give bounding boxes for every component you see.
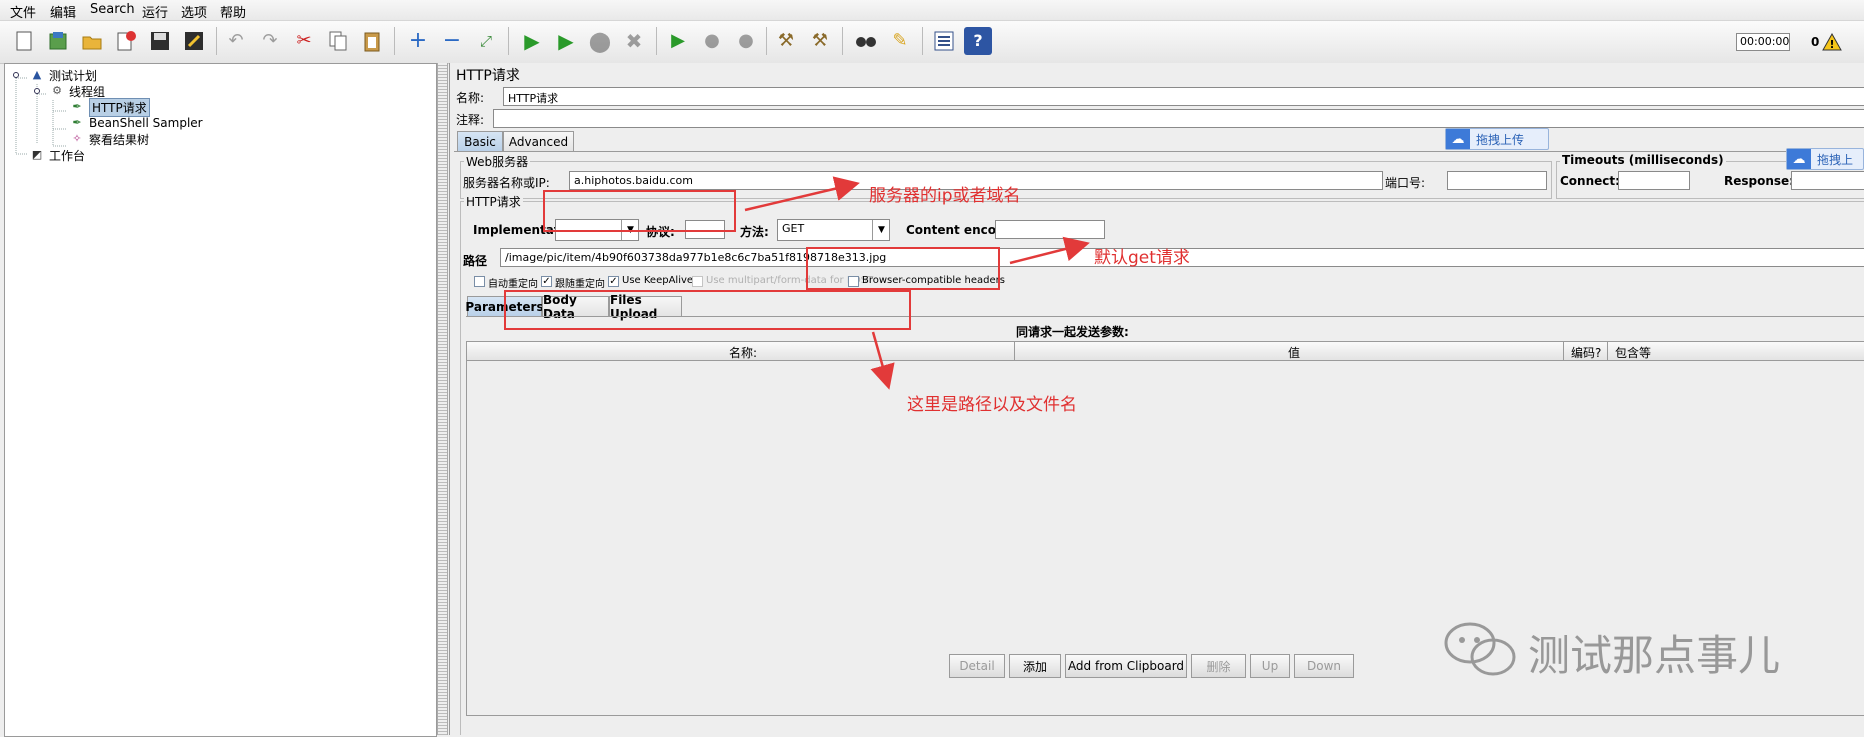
annotation-server: 服务器的ip或者域名 xyxy=(869,186,1021,206)
annotation-method: 默认get请求 xyxy=(1094,248,1190,268)
wechat-icon xyxy=(1443,618,1519,683)
annotation-path: 这里是路径以及文件名 xyxy=(907,395,1077,415)
watermark-text: 测试那点事儿 xyxy=(1528,631,1781,680)
